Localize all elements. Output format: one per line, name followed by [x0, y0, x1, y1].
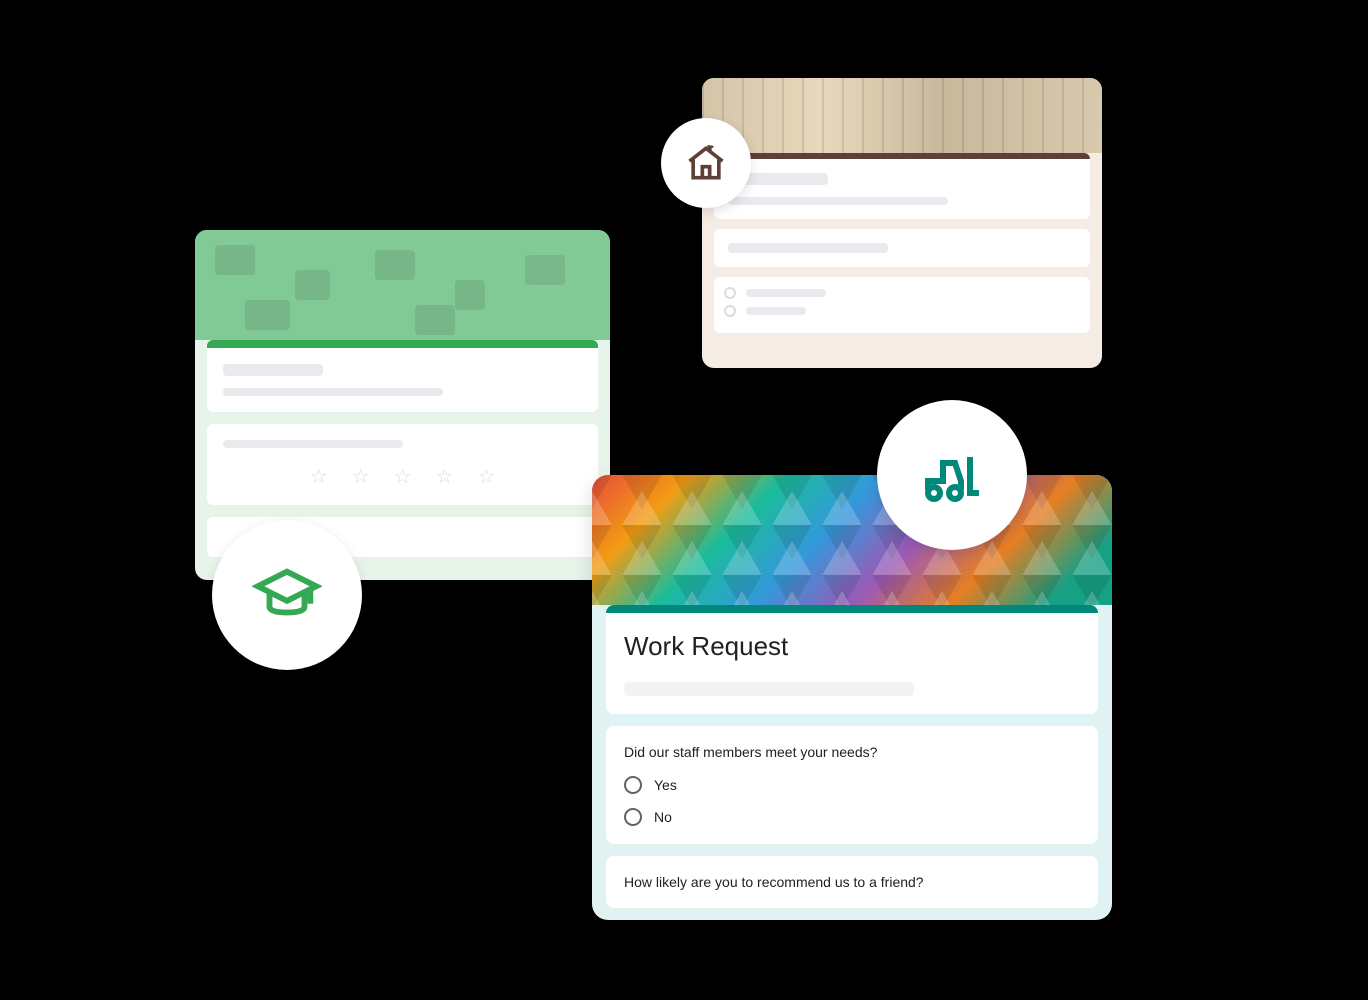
work-question-1: Did our staff members meet your needs? Y… — [606, 726, 1098, 844]
house-icon — [684, 141, 728, 185]
forklift-icon — [916, 439, 988, 511]
work-request-card: Work Request Did our staff members meet … — [592, 475, 1112, 920]
forklift-icon-badge — [877, 400, 1027, 550]
option-label: No — [654, 809, 672, 825]
education-icon-badge — [212, 520, 362, 670]
work-card-header — [592, 475, 1112, 605]
housing-title-section — [714, 153, 1090, 219]
radio-button[interactable] — [624, 776, 642, 794]
house-icon-badge — [661, 118, 751, 208]
star-icon[interactable]: ☆ — [352, 464, 370, 489]
work-title-section: Work Request — [606, 605, 1098, 714]
star-icon[interactable]: ☆ — [477, 464, 495, 489]
radio-option-no[interactable]: No — [624, 808, 1080, 826]
question-text: How likely are you to recommend us to a … — [624, 874, 1080, 890]
education-card-header — [195, 230, 610, 340]
question-text: Did our staff members meet your needs? — [624, 744, 1080, 760]
graduation-cap-icon — [252, 560, 322, 630]
radio-button[interactable] — [624, 808, 642, 826]
education-rating-section: ☆ ☆ ☆ ☆ ☆ — [207, 424, 598, 505]
star-icon[interactable]: ☆ — [394, 464, 412, 489]
star-rating[interactable]: ☆ ☆ ☆ ☆ ☆ — [223, 464, 582, 489]
form-title: Work Request — [624, 631, 1080, 662]
housing-card-header — [702, 78, 1102, 153]
education-title-section — [207, 340, 598, 412]
star-icon[interactable]: ☆ — [435, 464, 453, 489]
housing-question-section — [714, 229, 1090, 267]
option-label: Yes — [654, 777, 677, 793]
radio-option-yes[interactable]: Yes — [624, 776, 1080, 794]
work-question-2: How likely are you to recommend us to a … — [606, 856, 1098, 908]
housing-options-section — [714, 277, 1090, 333]
housing-form-card — [702, 78, 1102, 368]
star-icon[interactable]: ☆ — [310, 464, 328, 489]
